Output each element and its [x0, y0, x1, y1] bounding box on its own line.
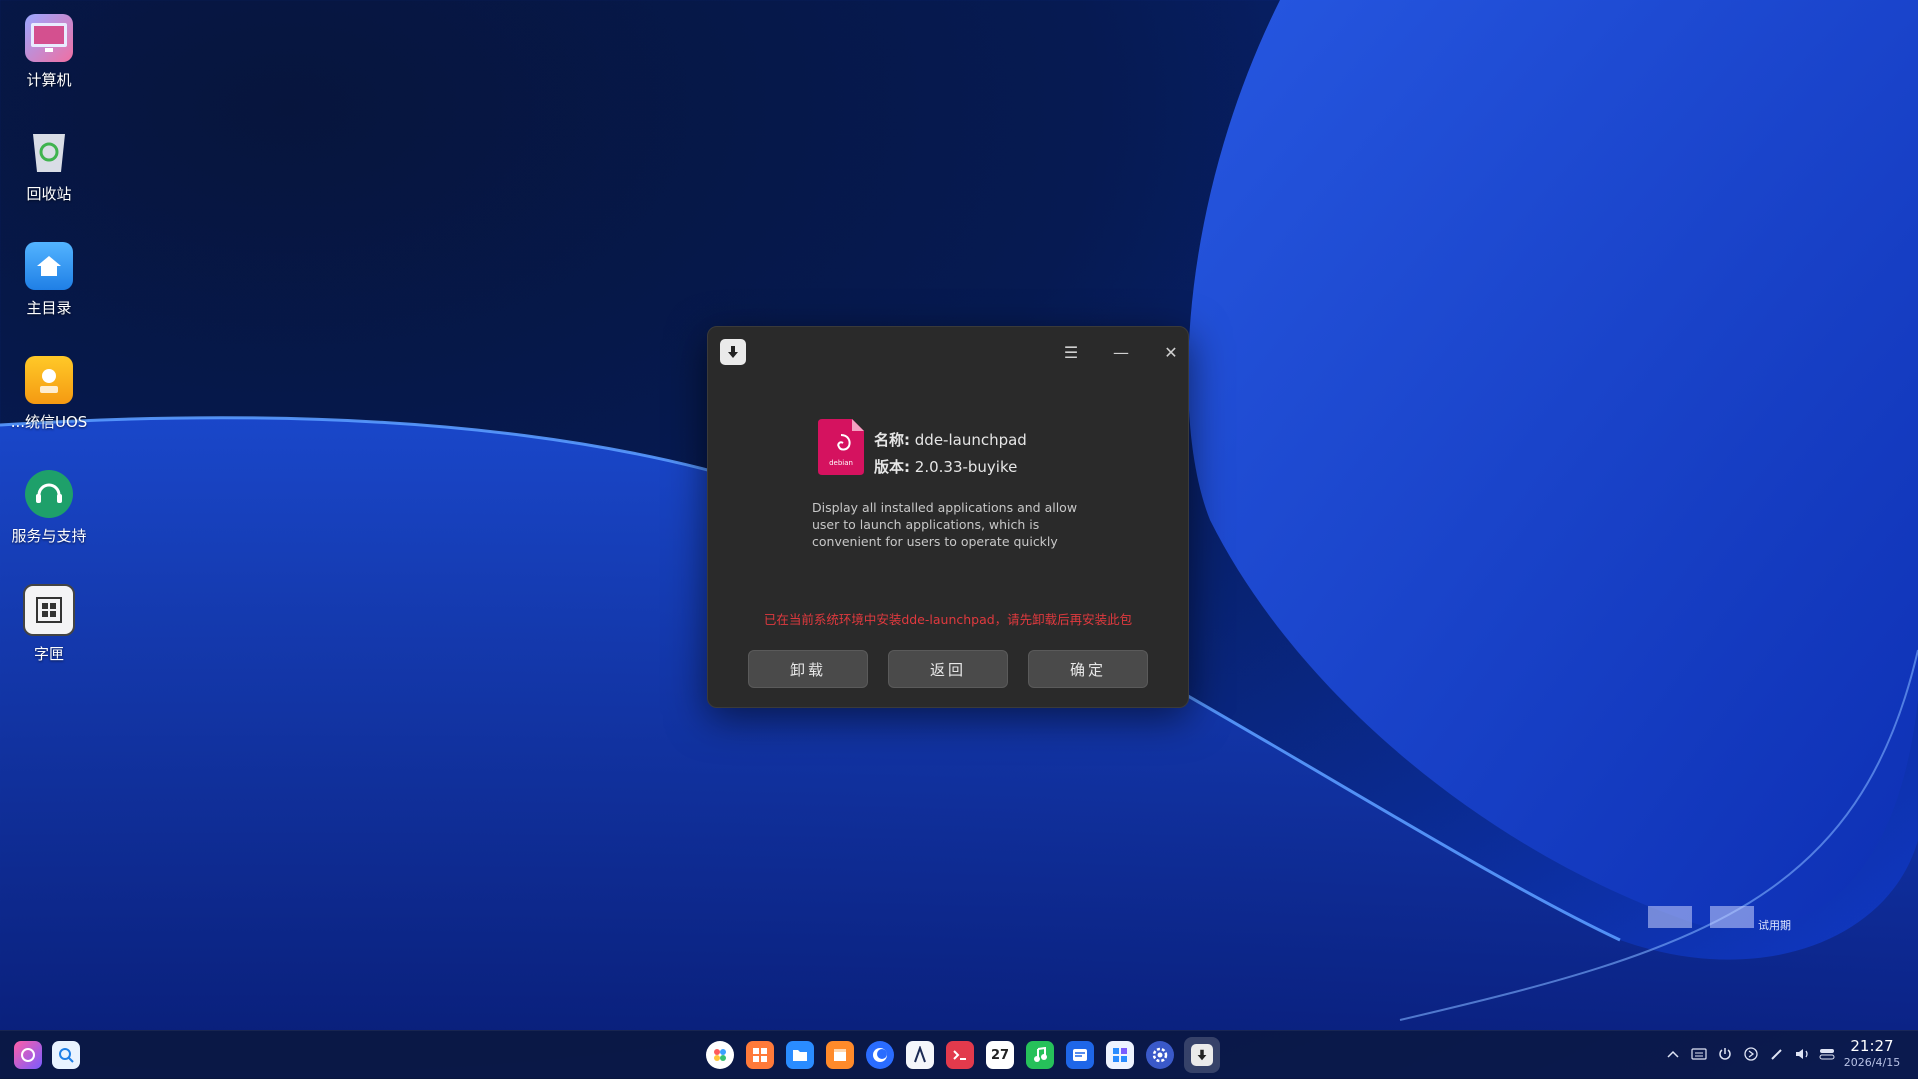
- watermark-block: [1710, 906, 1754, 928]
- support-icon: [25, 470, 73, 518]
- package-icon[interactable]: [826, 1041, 854, 1069]
- draw-icon[interactable]: [906, 1041, 934, 1069]
- settings-icon[interactable]: [1146, 1041, 1174, 1069]
- desktop-icon-home[interactable]: 主目录: [0, 242, 98, 318]
- package-version: 2.0.33-buyike: [914, 458, 1018, 476]
- back-button[interactable]: 返回: [888, 650, 1008, 688]
- version-key: 版本:: [874, 458, 910, 476]
- app-store-icon[interactable]: [746, 1041, 774, 1069]
- trash-icon: [25, 128, 73, 176]
- computer-icon: [25, 14, 73, 62]
- desktop-icon-label: 主目录: [26, 299, 72, 317]
- clock-time: 21:27: [1850, 1037, 1894, 1055]
- menu-button[interactable]: ☰: [1056, 339, 1086, 365]
- package-info: 名称: dde-launchpad 版本: 2.0.33-buyike: [874, 427, 1027, 481]
- watermark-block: [1648, 906, 1692, 928]
- close-button[interactable]: ✕: [1156, 339, 1186, 365]
- launcher-icon[interactable]: [14, 1041, 42, 1069]
- installer-icon[interactable]: [1184, 1037, 1220, 1073]
- power-icon[interactable]: [1716, 1045, 1734, 1063]
- package-installer-dialog: ☰ — ✕ debian 名称: dde-launchpad 版本: 2.0.3…: [707, 326, 1189, 708]
- download-icon: [720, 339, 746, 365]
- font-manager-icon: [23, 584, 75, 636]
- clock-date: 2026/4/15: [1843, 1056, 1901, 1069]
- package-description: Display all installed applications and a…: [812, 500, 1078, 549]
- control-center-icon[interactable]: [1106, 1041, 1134, 1069]
- desktop-icon-label: ...统信UOS: [10, 413, 88, 431]
- terminal-icon[interactable]: [946, 1041, 974, 1069]
- package-name: dde-launchpad: [914, 431, 1027, 449]
- uninstall-button[interactable]: 卸载: [748, 650, 868, 688]
- watermark-text: 试用期: [1758, 919, 1791, 932]
- desktop-icon-label: 回收站: [26, 185, 72, 203]
- desktop-icon-trash[interactable]: 回收站: [0, 128, 98, 204]
- minimize-button[interactable]: —: [1106, 339, 1136, 365]
- music-icon[interactable]: [1026, 1041, 1054, 1069]
- trial-watermark: 试用期: [1648, 906, 1798, 936]
- chevron-up-icon[interactable]: [1664, 1045, 1682, 1063]
- dialog-titlebar[interactable]: ☰ — ✕: [708, 327, 1188, 377]
- desktop-icon-support[interactable]: 服务与支持: [0, 470, 98, 546]
- clock[interactable]: 21:27 2026/4/15: [1832, 1037, 1912, 1069]
- file-manager-icon[interactable]: [786, 1041, 814, 1069]
- install-warning: 已在当前系统环境中安装dde-launchpad，请先卸载后再安装此包: [763, 612, 1133, 627]
- desktop-icon-font-manager[interactable]: 字匣: [0, 584, 98, 664]
- desktop-icon-label: 计算机: [26, 71, 72, 89]
- desktop-icon-uos[interactable]: ...统信UOS: [0, 356, 98, 432]
- browser-icon[interactable]: [866, 1041, 894, 1069]
- pen-icon[interactable]: [1768, 1045, 1786, 1063]
- package-icon-text: debian: [829, 459, 853, 467]
- network-icon[interactable]: [1742, 1045, 1760, 1063]
- home-folder-icon: [25, 242, 73, 290]
- uos-icon: [25, 356, 73, 404]
- calendar-icon[interactable]: 27: [986, 1041, 1014, 1069]
- multitasking-icon[interactable]: [706, 1041, 734, 1069]
- desktop-icon-label: 字匣: [33, 645, 64, 663]
- search-icon[interactable]: [52, 1041, 80, 1069]
- keyboard-icon[interactable]: [1690, 1045, 1708, 1063]
- confirm-button[interactable]: 确定: [1028, 650, 1148, 688]
- name-key: 名称:: [874, 431, 910, 449]
- desktop-icon-label: 服务与支持: [11, 527, 87, 545]
- mail-icon[interactable]: [1066, 1041, 1094, 1069]
- volume-icon[interactable]: [1794, 1045, 1812, 1063]
- desktop-icon-computer[interactable]: 计算机: [0, 14, 98, 90]
- debian-package-icon: debian: [818, 419, 864, 475]
- taskbar: 27 21:27 2026/4/15: [0, 1030, 1918, 1079]
